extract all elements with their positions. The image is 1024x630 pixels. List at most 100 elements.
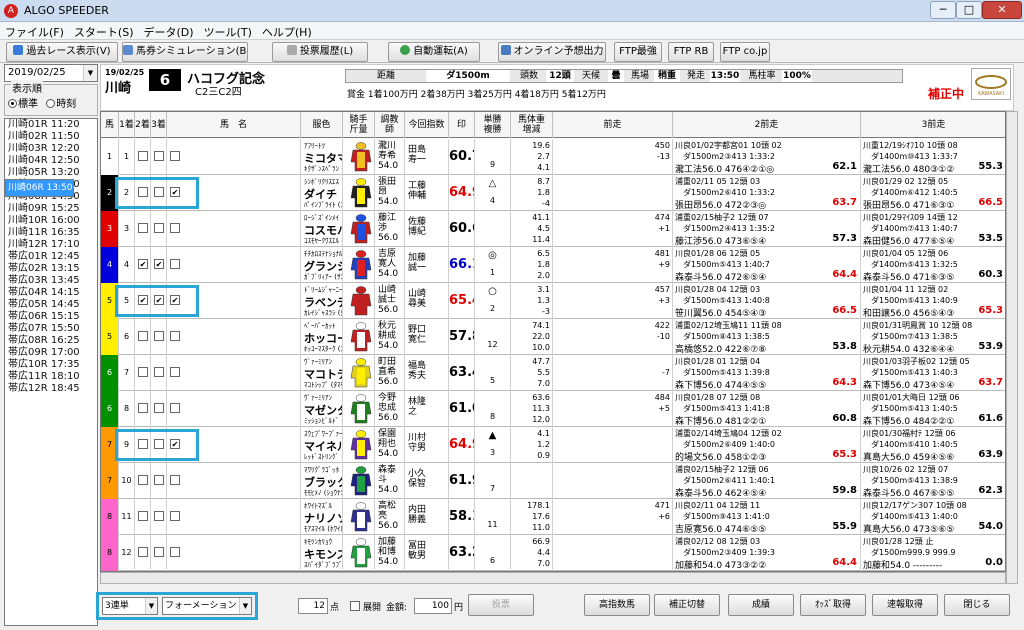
mark-cell[interactable]: 5 [475, 355, 511, 391]
past-race-cell[interactable]: 川良01/02宇都宮01 10頭 02 ダ1500m2③413 1:33:2 瀧工法… [673, 139, 861, 175]
horse-info[interactable]: ｷﾓﾂﾝｶﾘｮｳ牝5 鹿キモンズラブｽﾊﾟｲﾀﾞﾌﾞﾗﾌﾞ (ﾌﾚﾝﾁﾃﾞﾋﾟｭ… [301, 535, 343, 571]
horse-info[interactable]: ｱﾌﾘｰﾄﾂ牝5 黒鹿ミコタマｷｸｻﾞﾝｽﾍﾟﾗﾝ (ｱﾙｶｾット) [301, 139, 343, 175]
menu-start[interactable]: スタート(S) [69, 22, 139, 42]
first-place-checkbox[interactable] [138, 511, 148, 521]
first-place-checkbox[interactable] [138, 223, 148, 233]
maximize-button[interactable]: □ [956, 1, 982, 19]
menu-data[interactable]: データ(D) [139, 22, 199, 42]
table-row[interactable]: 11 ｱﾌﾘｰﾄﾂ牝5 黒鹿ミコタマｷｸｻﾞﾝｽﾍﾟﾗﾝ (ｱﾙｶｾット) 瀧川 寿… [101, 139, 1005, 175]
menu-file[interactable]: ファイル(F) [0, 22, 69, 42]
third-place-checkbox[interactable] [170, 403, 180, 413]
table-row[interactable]: 67 ｳﾞｧｰﾐﾘｱﾝ牡6 鹿マコトテラメエリタﾏｺﾄｼｯﾌﾟ (ﾀﾏﾓｸﾛｽ) 町… [101, 355, 1005, 391]
mark-cell[interactable]: △ 4 [475, 175, 511, 211]
past-race-cell[interactable]: 浦重02/12埼玉鳩11 11頭 08 ダ1500m⑧413 1:38:5 高橋悠5… [673, 319, 861, 355]
second-place-checkbox[interactable] [154, 511, 164, 521]
flash-fetch-button[interactable]: 速報取得 [872, 594, 938, 616]
column-header[interactable]: 単勝 複勝 [475, 112, 511, 138]
column-header[interactable]: 調教 師 [375, 112, 405, 138]
vote-history-button[interactable]: 投票履歴(L) [272, 42, 368, 62]
horse-info[interactable]: ﾄﾞﾘｰﾑｼﾞｬｰﾆｰ牡4 鹿ラベンデュランｶﾚｲｼﾞｬｽﾗｼ (ﾀｲｽﾞｼﾝ) [301, 283, 343, 319]
column-header[interactable]: 印 [449, 112, 475, 138]
race-list-item[interactable]: 帯広11R 18:10 [5, 371, 97, 383]
horse-info[interactable]: ﾎﾜｲﾄﾏｽﾞﾙ牡6 鹿ナリノソリーﾓｱｽﾏｲﾙ (ﾎﾜｲﾄﾏｽﾞﾙ) [301, 499, 343, 535]
past-race-cell[interactable]: 川重12/19ｼｵﾌ10 10頭 08 ダ1400m⑩413 1:33:7 瀧工法5… [861, 139, 1005, 175]
race-list-item[interactable]: 帯広12R 18:45 [5, 383, 97, 395]
ticket-simulation-button[interactable]: 馬券シミュレーション(B) [122, 42, 248, 62]
vote-button[interactable]: 投票 [468, 594, 534, 616]
third-place-checkbox[interactable] [170, 475, 180, 485]
past-race-cell[interactable]: 川良01/04 11 12頭 02 ダ1500m⑤413 1:40:9 和田譲56.… [861, 283, 1005, 319]
column-header[interactable]: 馬 名 [167, 112, 301, 138]
second-place-checkbox[interactable] [154, 367, 164, 377]
vertical-scrollbar[interactable] [1006, 111, 1018, 584]
past-race-cell[interactable]: 川良01/28 04 12頭 03 ダ1500m⑤413 1:40:8 笹川翼56.… [673, 283, 861, 319]
third-place-checkbox[interactable] [170, 547, 180, 557]
race-list-item[interactable]: 帯広05R 14:45 [5, 299, 97, 311]
race-list-item[interactable]: 帯広09R 17:00 [5, 347, 97, 359]
radio-standard[interactable] [8, 99, 17, 108]
past-race-cell[interactable]: 浦重02/11 05 12頭 03 ダ1500m2⑥410 1:33:2 張田昂56… [673, 175, 861, 211]
race-list[interactable]: 川崎01R 11:20 川崎02R 11:50 川崎03R 12:20 川崎04R 1… [4, 118, 98, 626]
past-race-cell[interactable]: 川良01/29ﾏｲｽ09 14頭 12 ダ1400m⑦413 1:40:7 森田健5… [861, 211, 1005, 247]
race-list-item[interactable]: 帯広06R 15:15 [5, 311, 97, 323]
past-race-cell[interactable]: 川良01/01大晦日 12頭 06 ダ1500m⑤413 1:40:5 森下博56.… [861, 391, 1005, 427]
past-race-cell[interactable]: 川良01/04 05 12頭 06 ダ1400m⑤413 1:32:5 森泰斗56.… [861, 247, 1005, 283]
table-row[interactable]: 79✔ｽｳｪﾌﾟﾜｰﾌﾞｧｰﾜｰﾄﾞ牡7 栗マイネルアンドゥミﾚｯﾄﾞｽﾄﾘﾝｸ… [101, 427, 1005, 463]
third-place-checkbox[interactable] [170, 331, 180, 341]
column-header[interactable]: 服色 [301, 112, 343, 138]
race-list-item[interactable]: 川崎06R 13:50 [5, 179, 74, 197]
column-header[interactable]: 今回指数 [405, 112, 449, 138]
past-race-cell[interactable]: 川良01/31明鳳賞 10 12頭 08 ダ1500m⑦413 1:38:5 秋元耕… [861, 319, 1005, 355]
first-place-checkbox[interactable] [138, 475, 148, 485]
column-header[interactable]: 馬 [101, 112, 119, 138]
correction-toggle-button[interactable]: 補正切替 [654, 594, 720, 616]
results-button[interactable]: 成績 [728, 594, 794, 616]
past-race-cell[interactable]: 川良01/28 12頭 止ダ1500m999.9 999.9 加藤和54.0 --… [861, 535, 1005, 571]
horse-info[interactable]: ﾛｰｼﾞｽﾞｲﾝﾒｲ牡4 青鹿コスモハーキュリーｺｽﾓﾔｰｸﾜｽｴﾙ (ｱﾄﾞﾏ… [301, 211, 343, 247]
expand-checkbox[interactable] [350, 601, 360, 611]
race-list-item[interactable]: 帯広07R 15:50 [5, 323, 97, 335]
first-place-checkbox[interactable]: ✔ [138, 259, 148, 269]
past-race-cell[interactable]: 川良01/03羽子板02 12頭 05 ダ1500m⑤413 1:40:3 森下博5… [861, 355, 1005, 391]
past-race-button[interactable]: 過去レース表示(V) [6, 42, 118, 62]
horse-info[interactable]: ﾏﾜﾘｸﾞﾗｺﾞｯﾎ牝8 鹿ブラックマティーニﾓﾓﾋﾒﾉ (ｼｮｳﾅﾝｶﾝﾌﾟ) [301, 463, 343, 499]
past-race-cell[interactable]: 川良01/28 06 12頭 05 ダ1500m⑤413 1:40:7 森泰斗56.… [673, 247, 861, 283]
mark-cell[interactable]: 8 [475, 391, 511, 427]
race-list-item[interactable]: 川崎12R 17:10 [5, 239, 97, 251]
mark-cell[interactable]: 7 [475, 463, 511, 499]
race-list-item[interactable]: 帯広02R 13:15 [5, 263, 97, 275]
second-place-checkbox[interactable] [154, 475, 164, 485]
ftp-rb-button[interactable]: FTP RB [668, 42, 714, 62]
past-race-cell[interactable]: 浦良02/15柚子2 12頭 06 ダ1500m2⑥411 1:40:1 森泰斗56… [673, 463, 861, 499]
column-header[interactable]: 2前走 [673, 112, 861, 138]
high-index-button[interactable]: 高指数馬 [584, 594, 650, 616]
past-race-cell[interactable]: 川良12/17ゲン307 10頭 08 ダ1400m⑤413 1:40:0 真島大5… [861, 499, 1005, 535]
race-list-item[interactable]: 川崎05R 13:20 [5, 167, 97, 179]
second-place-checkbox[interactable]: ✔ [154, 259, 164, 269]
close-window-button[interactable]: 閉じる [944, 594, 1010, 616]
race-list-item[interactable]: 帯広03R 13:45 [5, 275, 97, 287]
table-row[interactable]: 710ﾏﾜﾘｸﾞﾗｺﾞｯﾎ牝8 鹿ブラックマティーニﾓﾓﾋﾒﾉ (ｼｮｳﾅﾝｶﾝ… [101, 463, 1005, 499]
horse-info[interactable]: ﾍﾟｰﾊﾟｰｶｯﾄ牝7 黒鹿ホッコーモモタンﾎｯｺｰﾏｽﾀｰｸ (ｱｸﾞﾈｽﾌﾗ… [301, 319, 343, 355]
first-place-checkbox[interactable] [138, 547, 148, 557]
race-list-item[interactable]: 帯広04R 14:15 [5, 287, 97, 299]
third-place-checkbox[interactable] [170, 511, 180, 521]
mark-cell[interactable]: ○ 2 [475, 283, 511, 319]
third-place-checkbox[interactable] [170, 367, 180, 377]
third-place-checkbox[interactable] [170, 223, 180, 233]
column-header[interactable]: 騎手 斤量 [343, 112, 375, 138]
horse-info[interactable]: ｳﾞｧｰﾐﾘｱﾝ牡6 鹿マコトテラメエリタﾏｺﾄｼｯﾌﾟ (ﾀﾏﾓｸﾛｽ) [301, 355, 343, 391]
horse-info[interactable]: ｼﾝﾎﾞﾘｸﾘｽｴｽ牡7 青鹿ダイチﾊﾟｲﾝﾌﾞﾗｲﾄ (ｱｸﾞﾈｽﾀｷｵﾝ) [301, 175, 343, 211]
second-place-checkbox[interactable] [154, 403, 164, 413]
mark-cell[interactable] [475, 211, 511, 247]
menu-help[interactable]: ヘルプ(H) [257, 22, 317, 42]
table-row[interactable]: 68ｳﾞｧｰﾐﾘｱﾝ牡4 鹿マゼンタﾐｯｼｮﾝﾋﾞﾙﾄﾞ (ｱｸﾞﾈｽﾃﾞｼﾞﾀ… [101, 391, 1005, 427]
ftp-saikyo-button[interactable]: FTP最強 [614, 42, 662, 62]
race-list-item[interactable]: 川崎03R 12:20 [5, 143, 97, 155]
past-race-cell[interactable]: 浦重02/15柚子2 12頭 07 ダ1500m2④413 1:35:2 藤江渉56… [673, 211, 861, 247]
minimize-button[interactable]: ─ [930, 1, 956, 19]
mark-cell[interactable]: 6 [475, 535, 511, 571]
past-race-cell[interactable]: 浦良02/12 08 12頭 03 ダ1500m2③409 1:39:3 加藤和54… [673, 535, 861, 571]
odds-fetch-button[interactable]: ｵｯｽﾞ取得 [800, 594, 866, 616]
first-place-checkbox[interactable] [138, 403, 148, 413]
